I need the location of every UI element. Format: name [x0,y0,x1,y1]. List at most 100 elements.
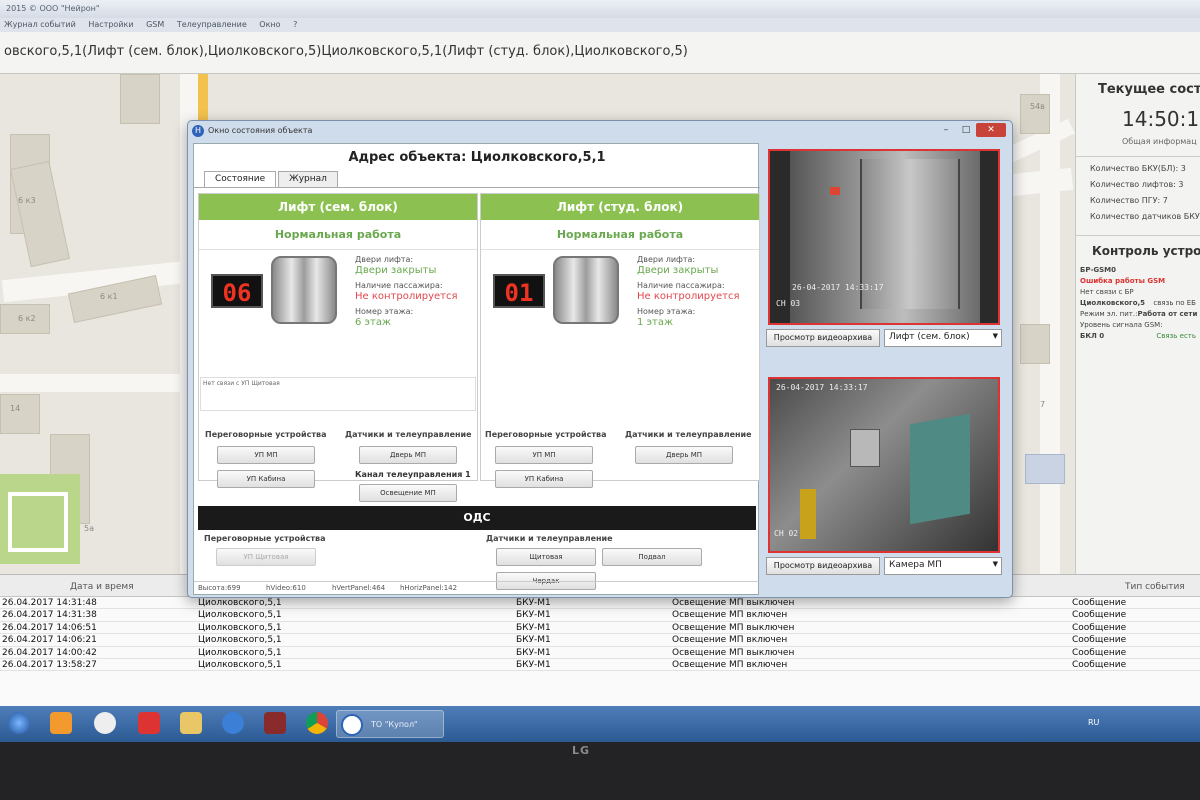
log-type: Сообщение [1072,659,1127,670]
log-address: Циолковского,5,1 [198,647,282,658]
clock-app-icon[interactable] [94,712,116,734]
log-type: Сообщение [1072,610,1127,621]
camera-view-1[interactable]: 26-04-2017 14:33:17 CH 03 [768,149,1000,325]
tray-lang[interactable]: RU [1088,718,1099,727]
video-archive-button-2[interactable]: Просмотр видеоархива [766,557,880,575]
map-label: 5а [84,524,94,533]
menu-telecontrol[interactable]: Телеуправление [177,20,247,29]
log-datetime: 26.04.2017 14:31:48 [2,598,97,608]
lift-status: Нормальная работа [199,220,477,250]
window-statusbar: Высота:699 hVideo:610 hVertPanel:464 hHo… [194,581,760,595]
floor-display: 01 [493,274,545,308]
ods-intercom-header: Переговорные устройства [204,534,326,543]
log-rows: 26.04.2017 14:31:48 Циолковского,5,1 БКУ-М… [0,597,1200,672]
log-row[interactable]: 26.04.2017 14:00:42 Циолковского,5,1 БКУ-М… [0,647,1200,659]
log-type: Сообщение [1072,622,1127,633]
maximize-icon[interactable]: □ [956,123,976,137]
camera-select-1[interactable]: Лифт (сем. блок) ▼ [884,329,1002,347]
object-address: Адрес объекта: Циолковского,5,1 [348,150,606,165]
log-datetime: 26.04.2017 13:58:27 [2,659,97,670]
floor-display: 06 [211,274,263,308]
cam-channel: CH 02 [774,529,799,538]
monitor-bezel [0,742,1200,800]
lift-panel-1: Лифт (сем. блок) Нормальная работа 06 Дв… [198,193,478,502]
map-label: 7 [1040,400,1046,409]
log-event: Освещение МП выключен [672,647,795,658]
menu-journal[interactable]: Журнал событий [4,20,76,29]
up-cabin-button[interactable]: УП Кабина [495,470,593,488]
shield-button[interactable]: Щитовая [496,548,596,566]
col-datetime[interactable]: Дата и время [70,582,134,592]
menu-window[interactable]: Окно [259,20,280,29]
log-device: БКУ-М1 [516,622,551,633]
menu-help[interactable]: ? [293,20,297,29]
close-icon[interactable]: ✕ [976,123,1006,137]
tab-state[interactable]: Состояние [204,171,277,188]
log-datetime: 26.04.2017 14:06:51 [2,622,97,633]
up-cabin-button[interactable]: УП Кабина [217,470,315,488]
log-address: Циолковского,5,1 [198,598,282,608]
log-datetime: 26.04.2017 14:31:38 [2,610,97,621]
door-mp-button[interactable]: Дверь МП [359,446,457,464]
log-type: Сообщение [1072,598,1127,608]
app-icon[interactable] [264,712,286,734]
chrome-icon[interactable] [306,712,328,734]
log-device: БКУ-М1 [516,659,551,670]
lift-panel-2: Лифт (студ. блок) Нормальная работа 01 Д… [480,193,760,488]
pin-icon[interactable] [138,712,160,734]
intercom-header: Переговорные устройства [205,430,327,439]
start-icon[interactable] [8,712,30,734]
intercom-header: Переговорные устройства [485,430,607,439]
camera-view-2[interactable]: 26-04-2017 14:33:17 CH 02 [768,377,1000,553]
minimize-icon[interactable]: – [936,123,956,137]
lift-info: Двери лифта: Двери закрыты Наличие пасса… [355,255,458,328]
device-status-box[interactable]: БР-GSM0 Ошибка работы GSM Нет связи с БР… [1076,262,1200,345]
chevron-down-icon: ▼ [992,332,998,340]
map-label: 6 к1 [100,292,118,301]
media-player-icon[interactable] [50,712,72,734]
map-label: 54в [1030,102,1045,111]
sensors-header: Датчики и телеуправление [345,430,472,439]
up-mp-button[interactable]: УП МП [217,446,315,464]
log-event: Освещение МП включен [672,635,788,646]
log-row[interactable]: 26.04.2017 14:06:21 Циолковского,5,1 БКУ-М… [0,634,1200,647]
lift-cabin-icon [271,256,337,324]
log-row[interactable]: 26.04.2017 13:58:27 Циолковского,5,1 БКУ-М… [0,659,1200,672]
menu-gsm[interactable]: GSM [146,20,164,29]
door-mp-button[interactable]: Дверь МП [635,446,733,464]
col-type[interactable]: Тип события [1125,582,1185,592]
screen: 2015 © ООО "Нейрон" Журнал событий Настр… [0,0,1200,742]
log-row[interactable]: 26.04.2017 14:31:48 Циолковского,5,1 БКУ-М… [0,597,1200,610]
taskbar-app-kupol[interactable]: ТО "Купол" [336,710,444,738]
basement-button[interactable]: Подвал [602,548,702,566]
ie-icon[interactable] [222,712,244,734]
log-datetime: 26.04.2017 14:06:21 [2,635,97,646]
app-title-bar: 2015 © ООО "Нейрон" [0,0,1200,18]
general-info-label: Общая информац [1076,131,1200,157]
count-bku: Количество БКУ(БЛ): 3 [1090,164,1186,173]
folder-icon[interactable] [180,712,202,734]
lift-cabin-icon [553,256,619,324]
object-path: овского,5,1(Лифт (сем. блок),Циолковског… [0,32,1200,74]
ods-header: ОДС [198,506,756,530]
lift-notes[interactable]: Нет связи с УП Щитовая [200,377,476,411]
log-event: Освещение МП выключен [672,598,795,608]
log-row[interactable]: 26.04.2017 14:06:51 Циолковского,5,1 БКУ-М… [0,622,1200,635]
lift-name: Лифт (сем. блок) [199,194,477,220]
lift-info: Двери лифта: Двери закрыты Наличие пасса… [637,255,740,328]
count-lifts: Количество лифтов: 3 [1090,180,1184,189]
log-address: Циолковского,5,1 [198,635,282,646]
log-device: БКУ-М1 [516,647,551,658]
log-row[interactable]: 26.04.2017 14:31:38 Циолковского,5,1 БКУ-М… [0,609,1200,622]
video-archive-button-1[interactable]: Просмотр видеоархива [766,329,880,347]
log-event: Освещение МП включен [672,659,788,670]
up-mp-button[interactable]: УП МП [495,446,593,464]
telecontrol-channel: Канал телеуправления 1 [355,470,471,479]
menu-settings[interactable]: Настройки [88,20,133,29]
camera-select-2[interactable]: Камера МП ▼ [884,557,1002,575]
light-mp-button[interactable]: Освещение МП [359,484,457,502]
window-app-icon: H [192,125,204,137]
up-shield-button[interactable]: УП Щитовая [216,548,316,566]
tab-journal[interactable]: Журнал [278,171,338,187]
map-label: 6 к3 [18,196,36,205]
